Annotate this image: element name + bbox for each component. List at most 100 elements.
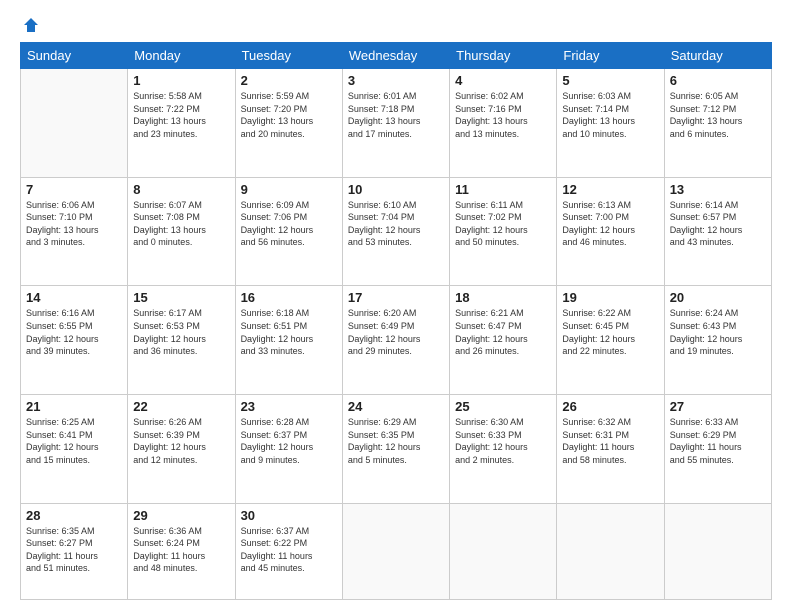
calendar-week-row: 21 Sunrise: 6:25 AM Sunset: 6:41 PM Dayli…: [21, 394, 772, 503]
col-thursday: Thursday: [450, 43, 557, 69]
calendar-week-row: 28Sunrise: 6:35 AM Sunset: 6:27 PM Dayli…: [21, 503, 772, 599]
day-number: 16: [241, 290, 337, 305]
table-row: 7 Sunrise: 6:06 AM Sunset: 7:10 PM Daylig…: [21, 177, 128, 286]
page: Sunday Monday Tuesday Wednesday Thursday…: [0, 0, 792, 612]
day-number: 5: [562, 73, 658, 88]
calendar-week-row: 14Sunrise: 6:16 AM Sunset: 6:55 PM Dayli…: [21, 286, 772, 395]
logo-icon: [22, 16, 40, 34]
col-saturday: Saturday: [664, 43, 771, 69]
day-number: 2: [241, 73, 337, 88]
table-row: 10 Sunrise: 6:10 AM Sunset: 7:04 PM Dayli…: [342, 177, 449, 286]
day-info: Sunrise: 5:58 AM Sunset: 7:22 PM Dayligh…: [133, 90, 229, 140]
table-row: 20 Sunrise: 6:24 AM Sunset: 6:43 PM Dayli…: [664, 286, 771, 395]
day-number: 17: [348, 290, 444, 305]
table-row: 6 Sunrise: 6:05 AM Sunset: 7:12 PM Daylig…: [664, 69, 771, 178]
day-info: Sunrise: 6:02 AM Sunset: 7:16 PM Dayligh…: [455, 90, 551, 140]
day-number: 26: [562, 399, 658, 414]
day-info: Sunrise: 6:17 AM Sunset: 6:53 PM Dayligh…: [133, 307, 229, 357]
table-row: 27Sunrise: 6:33 AM Sunset: 6:29 PM Dayli…: [664, 394, 771, 503]
table-row: 13 Sunrise: 6:14 AM Sunset: 6:57 PM Dayli…: [664, 177, 771, 286]
table-row: 12Sunrise: 6:13 AM Sunset: 7:00 PM Dayli…: [557, 177, 664, 286]
day-number: 23: [241, 399, 337, 414]
day-number: 22: [133, 399, 229, 414]
day-info: Sunrise: 5:59 AM Sunset: 7:20 PM Dayligh…: [241, 90, 337, 140]
day-info: Sunrise: 6:13 AM Sunset: 7:00 PM Dayligh…: [562, 199, 658, 249]
day-info: Sunrise: 6:28 AM Sunset: 6:37 PM Dayligh…: [241, 416, 337, 466]
table-row: [342, 503, 449, 599]
table-row: 1 Sunrise: 5:58 AM Sunset: 7:22 PM Daylig…: [128, 69, 235, 178]
col-sunday: Sunday: [21, 43, 128, 69]
table-row: [450, 503, 557, 599]
table-row: 25 Sunrise: 6:30 AM Sunset: 6:33 PM Dayli…: [450, 394, 557, 503]
table-row: 3 Sunrise: 6:01 AM Sunset: 7:18 PM Daylig…: [342, 69, 449, 178]
day-info: Sunrise: 6:10 AM Sunset: 7:04 PM Dayligh…: [348, 199, 444, 249]
day-number: 29: [133, 508, 229, 523]
table-row: 24Sunrise: 6:29 AM Sunset: 6:35 PM Dayli…: [342, 394, 449, 503]
day-number: 28: [26, 508, 122, 523]
table-row: 23 Sunrise: 6:28 AM Sunset: 6:37 PM Dayli…: [235, 394, 342, 503]
table-row: 2 Sunrise: 5:59 AM Sunset: 7:20 PM Daylig…: [235, 69, 342, 178]
day-number: 9: [241, 182, 337, 197]
day-info: Sunrise: 6:18 AM Sunset: 6:51 PM Dayligh…: [241, 307, 337, 357]
day-info: Sunrise: 6:21 AM Sunset: 6:47 PM Dayligh…: [455, 307, 551, 357]
table-row: 26 Sunrise: 6:32 AM Sunset: 6:31 PM Dayli…: [557, 394, 664, 503]
day-number: 15: [133, 290, 229, 305]
table-row: 15 Sunrise: 6:17 AM Sunset: 6:53 PM Dayli…: [128, 286, 235, 395]
table-row: 16 Sunrise: 6:18 AM Sunset: 6:51 PM Dayli…: [235, 286, 342, 395]
day-number: 21: [26, 399, 122, 414]
day-number: 20: [670, 290, 766, 305]
day-number: 30: [241, 508, 337, 523]
day-number: 24: [348, 399, 444, 414]
day-number: 4: [455, 73, 551, 88]
table-row: 21 Sunrise: 6:25 AM Sunset: 6:41 PM Dayli…: [21, 394, 128, 503]
day-number: 8: [133, 182, 229, 197]
day-number: 3: [348, 73, 444, 88]
day-info: Sunrise: 6:01 AM Sunset: 7:18 PM Dayligh…: [348, 90, 444, 140]
day-info: Sunrise: 6:14 AM Sunset: 6:57 PM Dayligh…: [670, 199, 766, 249]
table-row: 30 Sunrise: 6:37 AM Sunset: 6:22 PM Dayli…: [235, 503, 342, 599]
table-row: [557, 503, 664, 599]
day-number: 6: [670, 73, 766, 88]
table-row: 29 Sunrise: 6:36 AM Sunset: 6:24 PM Dayli…: [128, 503, 235, 599]
day-number: 18: [455, 290, 551, 305]
day-number: 19: [562, 290, 658, 305]
logo: [20, 16, 40, 34]
day-number: 7: [26, 182, 122, 197]
calendar-table: Sunday Monday Tuesday Wednesday Thursday…: [20, 42, 772, 600]
table-row: 22 Sunrise: 6:26 AM Sunset: 6:39 PM Dayli…: [128, 394, 235, 503]
table-row: 14Sunrise: 6:16 AM Sunset: 6:55 PM Dayli…: [21, 286, 128, 395]
table-row: 11 Sunrise: 6:11 AM Sunset: 7:02 PM Dayli…: [450, 177, 557, 286]
day-info: Sunrise: 6:07 AM Sunset: 7:08 PM Dayligh…: [133, 199, 229, 249]
table-row: 28Sunrise: 6:35 AM Sunset: 6:27 PM Dayli…: [21, 503, 128, 599]
day-number: 1: [133, 73, 229, 88]
day-info: Sunrise: 6:26 AM Sunset: 6:39 PM Dayligh…: [133, 416, 229, 466]
day-info: Sunrise: 6:24 AM Sunset: 6:43 PM Dayligh…: [670, 307, 766, 357]
table-row: 8 Sunrise: 6:07 AM Sunset: 7:08 PM Daylig…: [128, 177, 235, 286]
table-row: 9 Sunrise: 6:09 AM Sunset: 7:06 PM Daylig…: [235, 177, 342, 286]
table-row: 19Sunrise: 6:22 AM Sunset: 6:45 PM Dayli…: [557, 286, 664, 395]
day-number: 10: [348, 182, 444, 197]
day-info: Sunrise: 6:25 AM Sunset: 6:41 PM Dayligh…: [26, 416, 122, 466]
day-info: Sunrise: 6:36 AM Sunset: 6:24 PM Dayligh…: [133, 525, 229, 575]
day-number: 25: [455, 399, 551, 414]
table-row: [21, 69, 128, 178]
day-info: Sunrise: 6:37 AM Sunset: 6:22 PM Dayligh…: [241, 525, 337, 575]
table-row: 17Sunrise: 6:20 AM Sunset: 6:49 PM Dayli…: [342, 286, 449, 395]
day-info: Sunrise: 6:33 AM Sunset: 6:29 PM Dayligh…: [670, 416, 766, 466]
day-info: Sunrise: 6:09 AM Sunset: 7:06 PM Dayligh…: [241, 199, 337, 249]
day-number: 13: [670, 182, 766, 197]
table-row: 4 Sunrise: 6:02 AM Sunset: 7:16 PM Daylig…: [450, 69, 557, 178]
col-wednesday: Wednesday: [342, 43, 449, 69]
day-info: Sunrise: 6:05 AM Sunset: 7:12 PM Dayligh…: [670, 90, 766, 140]
calendar-week-row: 1 Sunrise: 5:58 AM Sunset: 7:22 PM Daylig…: [21, 69, 772, 178]
day-info: Sunrise: 6:32 AM Sunset: 6:31 PM Dayligh…: [562, 416, 658, 466]
day-info: Sunrise: 6:06 AM Sunset: 7:10 PM Dayligh…: [26, 199, 122, 249]
calendar-week-row: 7 Sunrise: 6:06 AM Sunset: 7:10 PM Daylig…: [21, 177, 772, 286]
table-row: 5 Sunrise: 6:03 AM Sunset: 7:14 PM Daylig…: [557, 69, 664, 178]
day-number: 11: [455, 182, 551, 197]
col-friday: Friday: [557, 43, 664, 69]
day-info: Sunrise: 6:30 AM Sunset: 6:33 PM Dayligh…: [455, 416, 551, 466]
header: [20, 16, 772, 34]
day-info: Sunrise: 6:03 AM Sunset: 7:14 PM Dayligh…: [562, 90, 658, 140]
day-info: Sunrise: 6:11 AM Sunset: 7:02 PM Dayligh…: [455, 199, 551, 249]
